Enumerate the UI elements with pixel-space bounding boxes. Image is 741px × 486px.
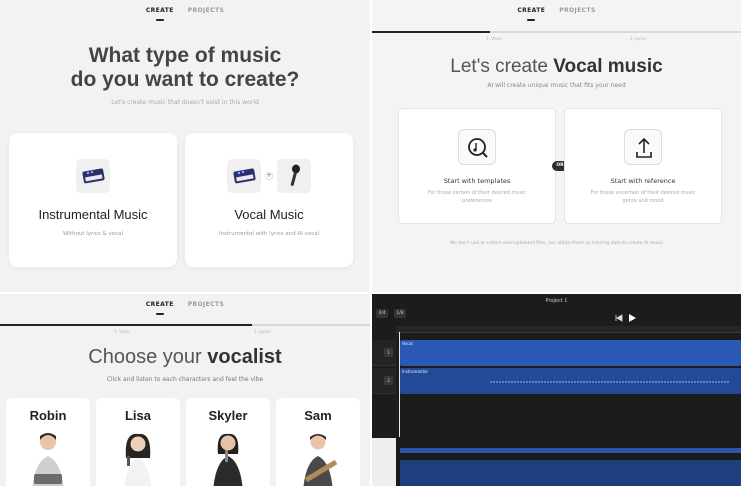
- choose-vocalist-panel: CREATE PROJECTS 1. Vocal 2. Lyrics Choos…: [0, 294, 370, 486]
- vocalist-name: Lisa: [124, 408, 151, 423]
- top-nav: CREATE PROJECTS: [0, 301, 370, 313]
- vocal-music-start-panel: CREATE PROJECTS 1. Vocal 2. Lyrics Let's…: [372, 0, 741, 292]
- synth-icon: [227, 159, 261, 193]
- music-search-icon: [458, 129, 496, 165]
- card-title: Start with templates: [443, 177, 511, 185]
- tab-projects[interactable]: PROJECTS: [559, 7, 595, 19]
- card-desc: For those certain of their desired music…: [427, 190, 527, 204]
- card-desc: Without lyrics & vocal: [62, 231, 124, 237]
- timeline-ruler[interactable]: [396, 326, 741, 333]
- title-line-2: do you want to create?: [70, 68, 300, 91]
- music-type-panel: CREATE PROJECTS What type of music do yo…: [0, 0, 370, 292]
- waveform: [490, 381, 730, 383]
- step-progress: [372, 31, 741, 33]
- step-lyrics: 2. Lyrics: [630, 36, 647, 41]
- step-vocal: 1. Vocal: [114, 329, 130, 334]
- title-line-1: What type of music: [88, 44, 282, 67]
- card-title: Instrumental Music: [38, 207, 148, 222]
- page-title: Choose your vocalist: [0, 346, 370, 369]
- page-subtitle: Click and listen to each characters and …: [106, 376, 264, 383]
- page-subtitle: Let's create music that doesn't exist in…: [111, 99, 259, 106]
- vocalist-avatar: [213, 433, 243, 486]
- title-bold: Vocal music: [553, 56, 663, 77]
- title-prefix: Let's create: [450, 56, 554, 77]
- vocalist-card-skyler[interactable]: Skyler: [186, 398, 270, 486]
- card-desc: Instrumental with lyrics and AI vocal: [218, 231, 320, 237]
- rewind-icon[interactable]: [614, 308, 624, 322]
- tab-create[interactable]: CREATE: [146, 7, 174, 19]
- track-header-vocal[interactable]: 1: [372, 340, 396, 366]
- tab-create[interactable]: CREATE: [517, 7, 545, 19]
- card-title: Vocal Music: [234, 207, 304, 222]
- card-title: Start with reference: [610, 177, 676, 185]
- tab-create[interactable]: CREATE: [146, 301, 174, 313]
- vocalist-name: Sam: [304, 408, 332, 423]
- step-lyrics: 2. Lyrics: [254, 329, 271, 334]
- vocalist-card-sam[interactable]: Sam: [276, 398, 360, 486]
- vocalist-name: Skyler: [208, 408, 248, 423]
- vocalist-avatar: [32, 433, 64, 486]
- instrumental-music-card[interactable]: Instrumental Music Without lyrics & voca…: [9, 133, 177, 267]
- card-desc: For those uncertain of their desired mus…: [590, 190, 696, 204]
- note-lane: [400, 448, 741, 453]
- daw-editor-panel: Project 1 4/4 1/8 1 Vocal 2 Instrumental: [372, 294, 741, 486]
- vocalist-card-lisa[interactable]: Lisa: [96, 398, 180, 486]
- vocalist-avatar: [124, 433, 152, 486]
- page-title: What type of music do you want to create…: [0, 44, 370, 92]
- microphone-icon: [277, 159, 311, 193]
- tab-projects[interactable]: PROJECTS: [188, 301, 224, 313]
- synth-icon: [76, 159, 110, 193]
- start-with-templates-card[interactable]: Start with templates For those certain o…: [398, 108, 556, 224]
- piano-keys[interactable]: [372, 438, 396, 486]
- vocal-track-clip[interactable]: Vocal: [400, 340, 741, 366]
- page-title: Let's create Vocal music: [372, 56, 741, 78]
- step-progress: [0, 324, 370, 326]
- top-nav: CREATE PROJECTS: [372, 7, 741, 19]
- title-bold: vocalist: [207, 346, 282, 368]
- piano-roll[interactable]: [372, 438, 741, 486]
- track-label: Vocal: [402, 341, 413, 346]
- plus-icon: +: [265, 172, 273, 180]
- playhead[interactable]: [399, 332, 400, 437]
- play-icon[interactable]: [627, 308, 637, 322]
- start-with-reference-card[interactable]: Start with reference For those uncertain…: [564, 108, 722, 224]
- track-number: 1: [384, 348, 393, 357]
- step-vocal: 1. Vocal: [486, 36, 502, 41]
- title-prefix: Choose your: [88, 346, 208, 368]
- page-subtitle: AI will create unique music that fits yo…: [487, 82, 626, 89]
- track-number: 2: [384, 376, 393, 385]
- vocalist-name: Robin: [29, 408, 67, 423]
- time-signature[interactable]: 4/4: [376, 309, 388, 318]
- project-title: Project 1: [545, 298, 568, 304]
- vocalist-avatar: [303, 434, 338, 486]
- tempo-fraction[interactable]: 1/8: [394, 309, 406, 318]
- privacy-note: We don't use or collect user-uploaded fi…: [449, 241, 664, 246]
- vocalist-card-robin[interactable]: Robin: [6, 398, 90, 486]
- track-header-instrumental[interactable]: 2: [372, 368, 396, 394]
- tab-projects[interactable]: PROJECTS: [188, 7, 224, 19]
- note-grid: [400, 460, 741, 486]
- upload-icon: [624, 129, 662, 165]
- vocal-music-card[interactable]: + Vocal Music Instrumental with lyrics a…: [185, 133, 353, 267]
- top-nav: CREATE PROJECTS: [0, 7, 370, 19]
- track-label: Instrumental: [402, 369, 428, 374]
- instrumental-track-clip[interactable]: Instrumental: [400, 368, 741, 394]
